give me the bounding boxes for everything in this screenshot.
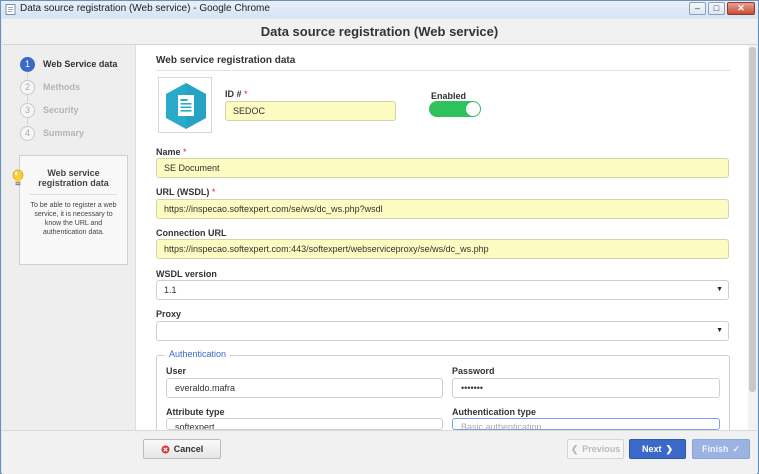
finish-label: Finish — [701, 444, 729, 454]
help-divider — [30, 194, 117, 195]
authentication-type-select[interactable]: Basic authentication — [452, 418, 720, 430]
chevron-left-icon: ❮ — [570, 443, 579, 454]
checkmark-icon: ✓ — [732, 443, 741, 454]
next-button[interactable]: Next ❯ — [629, 439, 686, 459]
next-label: Next — [641, 444, 662, 454]
url-label-text: URL (WSDL) — [156, 187, 210, 197]
scrollbar-thumb[interactable] — [749, 47, 756, 392]
wsdl-version-value: 1.1 — [164, 285, 177, 295]
help-title: Web service registration data — [38, 168, 109, 188]
id-label: ID # * — [225, 89, 248, 99]
connection-url-label: Connection URL — [156, 228, 227, 238]
wsdl-version-select[interactable]: 1.1 ▼ — [156, 280, 729, 300]
password-input[interactable]: ••••••• — [452, 378, 720, 398]
attribute-type-input[interactable]: softexpert — [166, 418, 443, 430]
proxy-select[interactable]: ▼ — [156, 321, 729, 341]
authentication-type-label: Authentication type — [452, 407, 537, 417]
wizard-step-summary[interactable]: 4 Summary — [20, 125, 84, 141]
dropdown-caret-icon: ▼ — [716, 286, 723, 293]
step-connector — [27, 117, 28, 125]
id-field[interactable]: SEDOC — [225, 101, 396, 121]
step-number: 1 — [20, 56, 35, 72]
cancel-button[interactable]: Cancel — [143, 439, 221, 459]
browser-window: Data source registration (Web service) -… — [0, 0, 759, 474]
maximize-button[interactable]: □ — [708, 2, 725, 15]
dialog-header: Data source registration (Web service) — [2, 19, 757, 45]
user-label: User — [166, 366, 187, 376]
step-number: 2 — [20, 79, 35, 95]
section-title: Web service registration data — [156, 55, 296, 66]
wizard-step-security[interactable]: 3 Security — [20, 102, 79, 118]
proxy-label: Proxy — [156, 309, 182, 319]
dialog-footer: Cancel ❮ Previous Next ❯ Finish ✓ — [2, 430, 757, 474]
wizard-steps-panel: 1 Web Service data 2 Methods 3 Security … — [2, 45, 136, 430]
attribute-type-label: Attribute type — [166, 407, 225, 417]
password-label: Password — [452, 366, 495, 376]
wsdl-version-label: WSDL version — [156, 269, 217, 279]
help-text: To be able to register a web service, it… — [30, 202, 117, 236]
minimize-button[interactable]: ‒ — [689, 2, 706, 15]
window-title: Data source registration (Web service) -… — [20, 3, 270, 14]
wizard-step-methods[interactable]: 2 Methods — [20, 79, 80, 95]
enabled-toggle[interactable] — [429, 101, 481, 117]
previous-button[interactable]: ❮ Previous — [567, 439, 624, 459]
step-connector — [27, 71, 28, 79]
document-hexagon-icon — [166, 83, 206, 129]
toggle-knob — [466, 102, 480, 116]
dialog-title: Data source registration (Web service) — [260, 24, 499, 39]
cancel-icon — [161, 445, 170, 453]
name-field[interactable]: SE Document — [156, 158, 729, 178]
step-number: 4 — [20, 125, 35, 141]
step-label: Summary — [43, 128, 85, 138]
step-number: 3 — [20, 102, 35, 118]
dialog-content: 1 Web Service data 2 Methods 3 Security … — [2, 45, 757, 435]
step-label: Web Service data — [43, 59, 118, 69]
id-label-text: ID # — [225, 89, 242, 99]
cancel-label: Cancel — [173, 444, 204, 454]
previous-label: Previous — [582, 444, 621, 454]
page-favicon-icon — [5, 4, 16, 15]
step-connector — [27, 94, 28, 102]
chevron-right-icon: ❯ — [665, 443, 674, 454]
step-label: Security — [43, 105, 79, 115]
required-marker: * — [244, 89, 248, 99]
window-controls: ‒ □ ✕ — [689, 2, 755, 16]
name-label-text: Name — [156, 147, 181, 157]
url-label: URL (WSDL) * — [156, 187, 215, 197]
authentication-legend: Authentication — [165, 349, 231, 359]
close-window-button[interactable]: ✕ — [727, 2, 755, 15]
url-wsdl-field[interactable]: https://inspecao.softexpert.com/se/ws/dc… — [156, 199, 729, 219]
registration-form: Web service registration data ID # * SED… — [156, 45, 742, 435]
dropdown-caret-icon: ▼ — [716, 327, 723, 334]
section-divider — [156, 70, 731, 71]
wizard-step-web-service-data[interactable]: 1 Web Service data — [20, 56, 117, 72]
finish-button[interactable]: Finish ✓ — [692, 439, 750, 459]
lightbulb-icon — [12, 169, 24, 186]
name-label: Name * — [156, 147, 187, 157]
data-source-icon-box[interactable] — [158, 77, 212, 133]
required-marker: * — [183, 147, 187, 157]
help-box: Web service registration data To be able… — [19, 155, 128, 265]
vertical-scrollbar[interactable] — [748, 45, 757, 430]
connection-url-field[interactable]: https://inspecao.softexpert.com:443/soft… — [156, 239, 729, 259]
enabled-label: Enabled — [431, 91, 467, 101]
step-label: Methods — [43, 82, 80, 92]
window-titlebar[interactable]: Data source registration (Web service) -… — [1, 1, 758, 18]
required-marker: * — [211, 187, 216, 197]
user-input[interactable]: everaldo.mafra — [166, 378, 443, 398]
